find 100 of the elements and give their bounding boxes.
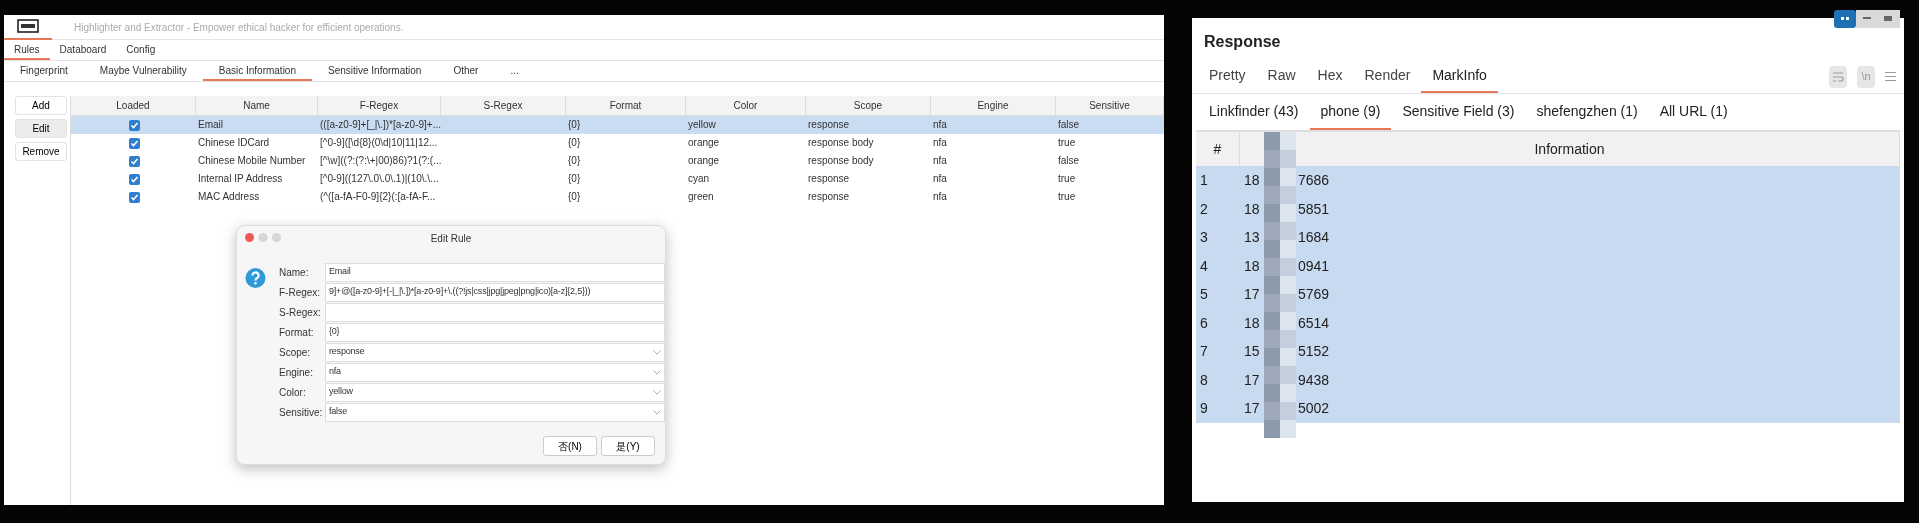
column-header[interactable]: F-Regex xyxy=(318,96,441,116)
rule-category-tab[interactable]: Other xyxy=(437,61,495,81)
table-cell-text: {0} xyxy=(567,172,582,186)
column-header[interactable]: # xyxy=(1196,132,1240,166)
row-number: 3 xyxy=(1196,223,1240,252)
rule-category-tab[interactable]: ... xyxy=(494,61,535,81)
field-label: F-Regex: xyxy=(279,285,322,300)
phone-prefix: 13 xyxy=(1244,228,1261,247)
column-header[interactable]: Loaded xyxy=(71,96,196,116)
phone-prefix: 17 xyxy=(1244,399,1261,418)
rule-category-tab[interactable]: Maybe Vulnerability xyxy=(83,61,203,81)
view-tab[interactable]: Pretty xyxy=(1198,60,1257,93)
view-tab[interactable]: Render xyxy=(1353,60,1422,93)
column-header[interactable]: Name xyxy=(196,96,318,116)
window-controls-icon[interactable] xyxy=(1834,10,1900,28)
result-tab[interactable]: Sensitive Field (3) xyxy=(1391,94,1526,130)
input-field[interactable]: Email xyxy=(325,262,665,282)
window-title: Highlighter and Extractor - Empower ethical hacker for efficient operations. xyxy=(74,20,404,35)
column-header[interactable]: Information xyxy=(1240,132,1900,166)
table-cell-text: true xyxy=(1057,172,1077,186)
table-cell-text: true xyxy=(1057,190,1077,204)
rule-action-button[interactable]: Add xyxy=(15,96,67,115)
phone-prefix: 15 xyxy=(1244,342,1261,361)
dropdown-field[interactable]: yellow xyxy=(325,382,665,402)
row-number: 9 xyxy=(1196,394,1240,423)
table-cell-text: {0} xyxy=(567,154,582,168)
view-tab[interactable]: MarkInfo xyxy=(1421,60,1498,93)
dialog-button[interactable]: 是(Y) xyxy=(601,436,655,456)
menu-tab[interactable]: Rules xyxy=(4,40,50,60)
menu-tab[interactable]: Config xyxy=(116,40,166,60)
row-number: 8 xyxy=(1196,365,1240,394)
table-cell-text: nfa xyxy=(932,190,948,204)
table-cell-text: orange xyxy=(687,136,721,150)
table-cell-text: (^([a-fA-F0-9]{2}(:[a-fA-F... xyxy=(319,190,437,204)
column-header[interactable]: Color xyxy=(686,96,806,116)
window-controls-icon[interactable] xyxy=(245,233,281,242)
result-tab[interactable]: All URL (1) xyxy=(1648,94,1739,130)
table-cell-text: Internal IP Address xyxy=(197,172,284,186)
table-cell: yellow xyxy=(686,116,806,134)
column-header[interactable]: Engine xyxy=(931,96,1056,116)
table-cell-text: true xyxy=(1057,136,1077,150)
phone-suffix: 5851 xyxy=(1298,199,1330,219)
input-field[interactable]: 9]+@([a-z0-9]+[-|_|\.])*[a-z0-9]+\.((?!js|css|jpg|jpeg|png|ico)[a-z]{2,5})) xyxy=(325,282,665,302)
rule-category-tab[interactable]: Fingerprint xyxy=(4,61,84,81)
panel-title: Response xyxy=(1204,32,1281,52)
phone-suffix: 6514 xyxy=(1298,313,1330,333)
table-cell-text: response xyxy=(807,190,851,204)
rule-action-button[interactable]: Edit xyxy=(15,119,67,138)
column-header[interactable]: Scope xyxy=(806,96,931,116)
phone-suffix: 5002 xyxy=(1298,399,1330,418)
column-header[interactable]: Format xyxy=(566,96,686,116)
checkbox[interactable] xyxy=(129,155,140,167)
dropdown-field[interactable]: false xyxy=(325,402,665,422)
table-cell-text: orange xyxy=(687,154,721,168)
view-tab[interactable]: Raw xyxy=(1256,60,1307,93)
checkbox[interactable] xyxy=(129,173,140,185)
phone-suffix: 0941 xyxy=(1298,256,1330,276)
menu-tab[interactable]: Databoard xyxy=(49,40,117,60)
input-field[interactable]: {0} xyxy=(325,322,665,342)
checkbox[interactable] xyxy=(129,191,140,203)
phone-prefix: 18 xyxy=(1244,313,1261,333)
column-header[interactable]: S-Regex xyxy=(441,96,566,116)
view-tab[interactable]: Hex xyxy=(1306,60,1354,93)
result-tab[interactable]: shefengzhen (1) xyxy=(1525,94,1649,130)
table-cell-text: green xyxy=(687,190,715,204)
field-label: Scope: xyxy=(279,345,312,360)
rule-category-tab[interactable]: Sensitive Information xyxy=(312,61,438,81)
phone-suffix: 5769 xyxy=(1298,285,1330,304)
dropdown-field[interactable]: nfa xyxy=(325,362,665,382)
phone-prefix: 18 xyxy=(1244,199,1261,219)
row-number: 2 xyxy=(1196,194,1240,223)
row-number: 5 xyxy=(1196,280,1240,309)
dropdown-field[interactable]: response xyxy=(325,342,665,362)
result-tab[interactable]: Linkfinder (43) xyxy=(1198,94,1310,130)
logo-icon xyxy=(17,19,39,33)
rule-action-button[interactable]: Remove xyxy=(15,142,67,161)
row-number: 4 xyxy=(1196,251,1240,280)
table-cell: false xyxy=(1056,116,1164,134)
input-field[interactable] xyxy=(325,302,665,322)
rule-category-tab[interactable]: Basic Information xyxy=(202,61,312,81)
table-cell-text: [^\w]((?:(?:\+|00)86)?1(?:(... xyxy=(319,154,441,168)
dialog-button[interactable]: 否(N) xyxy=(543,436,597,456)
result-tab[interactable]: phone (9) xyxy=(1309,94,1392,130)
chevron-down-icon xyxy=(653,389,661,395)
column-header[interactable]: Sensitive xyxy=(1056,96,1164,116)
table-cell-text: nfa xyxy=(932,154,948,168)
checkbox[interactable] xyxy=(129,119,140,131)
phone-suffix: 7686 xyxy=(1298,171,1330,190)
table-cell: Email xyxy=(196,116,318,134)
chevron-down-icon xyxy=(653,349,661,355)
table-cell-text: [^0-9]([\d{8}(0\d|10|11|12... xyxy=(319,136,439,150)
table-cell-text: false xyxy=(1057,154,1081,168)
table-cell: {0} xyxy=(566,116,686,134)
table-cell-text: Chinese Mobile Number xyxy=(197,154,307,168)
menu-icon[interactable] xyxy=(1885,71,1896,82)
row-number: 7 xyxy=(1196,337,1240,366)
field-label: Engine: xyxy=(279,365,314,380)
table-cell-text: {0} xyxy=(567,136,582,150)
table-cell-text: {0} xyxy=(567,190,582,204)
checkbox[interactable] xyxy=(129,137,140,149)
